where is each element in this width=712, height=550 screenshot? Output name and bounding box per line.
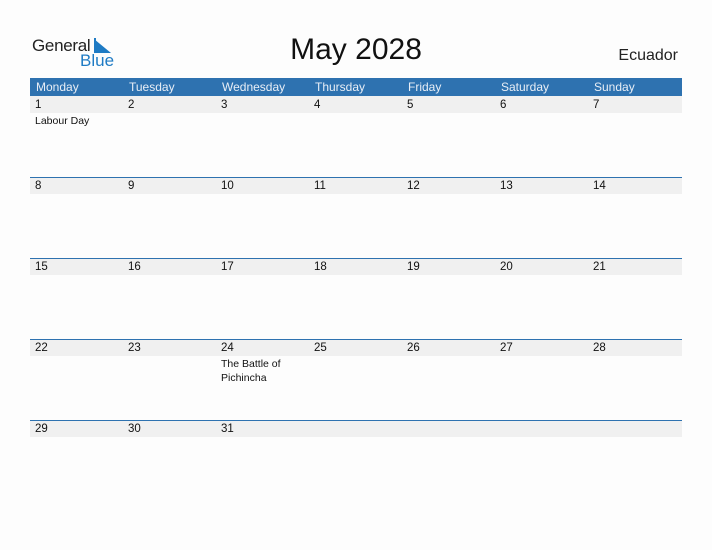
day-number: 13 (500, 180, 513, 192)
day-cell: 2 (123, 96, 216, 177)
day-cell: 21 (588, 258, 681, 339)
day-cell: 3 (216, 96, 309, 177)
day-cell: 24 The Battle of Pichincha (216, 339, 309, 420)
day-number: 8 (35, 180, 42, 192)
day-cell: 10 (216, 177, 309, 258)
day-number: 29 (35, 423, 48, 435)
week-cells: 22 23 24 The Battle of Pichincha 25 26 27 28 (30, 339, 681, 420)
day-cell: 16 (123, 258, 216, 339)
day-number: 9 (128, 180, 135, 192)
day-cell: 18 (309, 258, 402, 339)
day-cell: 15 (30, 258, 123, 339)
day-cell: 9 (123, 177, 216, 258)
day-cell: 5 (402, 96, 495, 177)
holiday-label: The Battle of Pichincha (221, 358, 281, 384)
day-number: 19 (407, 261, 420, 273)
day-number: 6 (500, 99, 507, 111)
day-number: 10 (221, 180, 234, 192)
day-cell (588, 420, 681, 501)
weekday-tuesday: Tuesday (129, 80, 175, 94)
holiday-label: Labour Day (35, 115, 90, 127)
day-number: 26 (407, 342, 420, 354)
day-number: 15 (35, 261, 48, 273)
day-cell: 28 (588, 339, 681, 420)
day-cell: 30 (123, 420, 216, 501)
day-cell: 12 (402, 177, 495, 258)
day-number: 27 (500, 342, 513, 354)
day-number: 14 (593, 180, 606, 192)
day-number: 17 (221, 261, 234, 273)
day-cell: 14 (588, 177, 681, 258)
day-cell (309, 420, 402, 501)
week-cells: 29 30 31 (30, 420, 681, 501)
day-number: 28 (593, 342, 606, 354)
week-row: 22 23 24 The Battle of Pichincha 25 26 27 28 (30, 339, 682, 420)
day-number: 25 (314, 342, 327, 354)
day-number: 2 (128, 99, 135, 111)
week-row: 29 30 31 (30, 420, 682, 501)
day-cell: 27 (495, 339, 588, 420)
weekday-monday: Monday (36, 80, 79, 94)
day-number: 30 (128, 423, 141, 435)
week-cells: 8 9 10 11 12 13 14 (30, 177, 681, 258)
day-number: 22 (35, 342, 48, 354)
day-cell: 19 (402, 258, 495, 339)
day-number: 1 (35, 99, 42, 111)
day-cell: 4 (309, 96, 402, 177)
day-cell: 29 (30, 420, 123, 501)
day-cell: 7 (588, 96, 681, 177)
day-number: 12 (407, 180, 420, 192)
day-cell: 17 (216, 258, 309, 339)
day-number: 5 (407, 99, 414, 111)
day-number: 21 (593, 261, 606, 273)
day-cell: 26 (402, 339, 495, 420)
week-row: 8 9 10 11 12 13 14 (30, 177, 682, 258)
weekday-friday: Friday (408, 80, 442, 94)
day-number: 20 (500, 261, 513, 273)
weekday-thursday: Thursday (315, 80, 366, 94)
day-number: 24 (221, 342, 234, 354)
week-cells: 15 16 17 18 19 20 21 (30, 258, 681, 339)
day-number: 4 (314, 99, 321, 111)
day-number: 3 (221, 99, 228, 111)
day-number: 11 (314, 180, 326, 192)
day-number: 7 (593, 99, 600, 111)
weekday-wednesday: Wednesday (222, 80, 286, 94)
day-cell: 22 (30, 339, 123, 420)
day-cell (402, 420, 495, 501)
day-cell: 8 (30, 177, 123, 258)
day-cell: 6 (495, 96, 588, 177)
weekday-header: Monday Tuesday Wednesday Thursday Friday… (30, 78, 682, 96)
weekday-saturday: Saturday (501, 80, 550, 94)
day-cell: 11 (309, 177, 402, 258)
day-cell: 1 Labour Day (30, 96, 123, 177)
day-cell: 31 (216, 420, 309, 501)
country-label: Ecuador (618, 47, 678, 64)
day-cell (495, 420, 588, 501)
day-number: 31 (221, 423, 234, 435)
day-number: 18 (314, 261, 327, 273)
day-number: 16 (128, 261, 141, 273)
day-cell: 23 (123, 339, 216, 420)
calendar-title: May 2028 (290, 33, 422, 66)
day-cell: 13 (495, 177, 588, 258)
week-row: 15 16 17 18 19 20 21 (30, 258, 682, 339)
day-number: 23 (128, 342, 141, 354)
day-cell: 20 (495, 258, 588, 339)
day-cell: 25 (309, 339, 402, 420)
weekday-sunday: Sunday (594, 80, 635, 94)
week-cells: 1 Labour Day 2 3 4 5 6 7 (30, 96, 681, 177)
week-row: 1 Labour Day 2 3 4 5 6 7 (30, 96, 682, 177)
